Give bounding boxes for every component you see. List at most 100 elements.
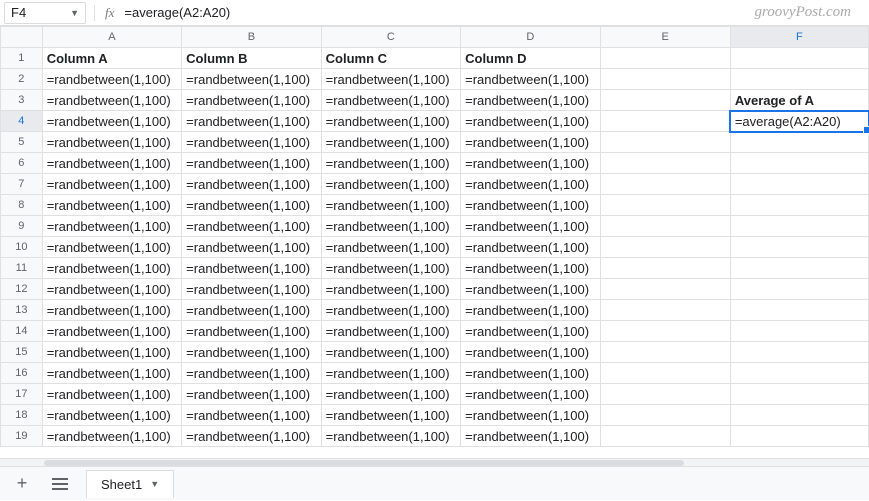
row-header[interactable]: 11 <box>1 258 43 279</box>
row-header[interactable]: 4 <box>1 111 43 132</box>
cell-c16[interactable]: =randbetween(1,100) <box>321 363 460 384</box>
formula-input[interactable] <box>124 5 865 20</box>
cell-a4[interactable]: =randbetween(1,100) <box>42 111 181 132</box>
cell-e2[interactable] <box>600 69 730 90</box>
cell-a19[interactable]: =randbetween(1,100) <box>42 426 181 447</box>
cell-c6[interactable]: =randbetween(1,100) <box>321 153 460 174</box>
cell-b14[interactable]: =randbetween(1,100) <box>182 321 321 342</box>
cell-a12[interactable]: =randbetween(1,100) <box>42 279 181 300</box>
cell-c9[interactable]: =randbetween(1,100) <box>321 216 460 237</box>
cell-f4[interactable]: =average(A2:A20) <box>730 111 868 132</box>
cell-b6[interactable]: =randbetween(1,100) <box>182 153 321 174</box>
row-header[interactable]: 8 <box>1 195 43 216</box>
cell-c19[interactable]: =randbetween(1,100) <box>321 426 460 447</box>
cell-d8[interactable]: =randbetween(1,100) <box>461 195 600 216</box>
row-header[interactable]: 13 <box>1 300 43 321</box>
cell-a14[interactable]: =randbetween(1,100) <box>42 321 181 342</box>
cell-a5[interactable]: =randbetween(1,100) <box>42 132 181 153</box>
row-header[interactable]: 7 <box>1 174 43 195</box>
cell-b9[interactable]: =randbetween(1,100) <box>182 216 321 237</box>
cell-a1[interactable]: Column A <box>42 48 181 69</box>
cell-e9[interactable] <box>600 216 730 237</box>
cell-f19[interactable] <box>730 426 868 447</box>
cell-f15[interactable] <box>730 342 868 363</box>
cell-b7[interactable]: =randbetween(1,100) <box>182 174 321 195</box>
cell-a16[interactable]: =randbetween(1,100) <box>42 363 181 384</box>
cell-c14[interactable]: =randbetween(1,100) <box>321 321 460 342</box>
cell-a3[interactable]: =randbetween(1,100) <box>42 90 181 111</box>
cell-b12[interactable]: =randbetween(1,100) <box>182 279 321 300</box>
cell-c4[interactable]: =randbetween(1,100) <box>321 111 460 132</box>
row-header[interactable]: 12 <box>1 279 43 300</box>
cell-f13[interactable] <box>730 300 868 321</box>
select-all-corner[interactable] <box>1 27 43 48</box>
cell-b11[interactable]: =randbetween(1,100) <box>182 258 321 279</box>
cell-f1[interactable] <box>730 48 868 69</box>
column-header-d[interactable]: D <box>461 27 600 48</box>
cell-c18[interactable]: =randbetween(1,100) <box>321 405 460 426</box>
cell-f12[interactable] <box>730 279 868 300</box>
formula-bar[interactable]: fx <box>94 5 865 21</box>
column-header-a[interactable]: A <box>42 27 181 48</box>
cell-d15[interactable]: =randbetween(1,100) <box>461 342 600 363</box>
cell-b19[interactable]: =randbetween(1,100) <box>182 426 321 447</box>
cell-c13[interactable]: =randbetween(1,100) <box>321 300 460 321</box>
cell-d4[interactable]: =randbetween(1,100) <box>461 111 600 132</box>
cell-f6[interactable] <box>730 153 868 174</box>
cell-d7[interactable]: =randbetween(1,100) <box>461 174 600 195</box>
row-header[interactable]: 5 <box>1 132 43 153</box>
all-sheets-button[interactable] <box>48 472 72 496</box>
cell-f2[interactable] <box>730 69 868 90</box>
cell-d3[interactable]: =randbetween(1,100) <box>461 90 600 111</box>
cell-e7[interactable] <box>600 174 730 195</box>
cell-e17[interactable] <box>600 384 730 405</box>
cell-e18[interactable] <box>600 405 730 426</box>
cell-d6[interactable]: =randbetween(1,100) <box>461 153 600 174</box>
cell-e13[interactable] <box>600 300 730 321</box>
row-header[interactable]: 15 <box>1 342 43 363</box>
cell-b8[interactable]: =randbetween(1,100) <box>182 195 321 216</box>
cell-a11[interactable]: =randbetween(1,100) <box>42 258 181 279</box>
cell-c8[interactable]: =randbetween(1,100) <box>321 195 460 216</box>
cell-e4[interactable] <box>600 111 730 132</box>
cell-d2[interactable]: =randbetween(1,100) <box>461 69 600 90</box>
cell-e8[interactable] <box>600 195 730 216</box>
sheet-tab[interactable]: Sheet1 ▼ <box>86 470 174 498</box>
cell-a8[interactable]: =randbetween(1,100) <box>42 195 181 216</box>
horizontal-scrollbar[interactable] <box>0 458 869 466</box>
cell-d16[interactable]: =randbetween(1,100) <box>461 363 600 384</box>
cell-a15[interactable]: =randbetween(1,100) <box>42 342 181 363</box>
cell-d14[interactable]: =randbetween(1,100) <box>461 321 600 342</box>
cell-a7[interactable]: =randbetween(1,100) <box>42 174 181 195</box>
cell-d18[interactable]: =randbetween(1,100) <box>461 405 600 426</box>
row-header[interactable]: 16 <box>1 363 43 384</box>
column-header-e[interactable]: E <box>600 27 730 48</box>
cell-f11[interactable] <box>730 258 868 279</box>
cell-f18[interactable] <box>730 405 868 426</box>
cell-e16[interactable] <box>600 363 730 384</box>
cell-e14[interactable] <box>600 321 730 342</box>
cell-e11[interactable] <box>600 258 730 279</box>
cell-d1[interactable]: Column D <box>461 48 600 69</box>
cell-a10[interactable]: =randbetween(1,100) <box>42 237 181 258</box>
cell-d17[interactable]: =randbetween(1,100) <box>461 384 600 405</box>
cell-d10[interactable]: =randbetween(1,100) <box>461 237 600 258</box>
cell-e6[interactable] <box>600 153 730 174</box>
cell-f8[interactable] <box>730 195 868 216</box>
cell-f5[interactable] <box>730 132 868 153</box>
scrollbar-thumb[interactable] <box>44 460 684 466</box>
cell-f7[interactable] <box>730 174 868 195</box>
cell-e10[interactable] <box>600 237 730 258</box>
cell-f17[interactable] <box>730 384 868 405</box>
name-box[interactable]: F4 ▼ <box>4 2 86 24</box>
cell-d9[interactable]: =randbetween(1,100) <box>461 216 600 237</box>
cell-e1[interactable] <box>600 48 730 69</box>
cell-c10[interactable]: =randbetween(1,100) <box>321 237 460 258</box>
row-header[interactable]: 19 <box>1 426 43 447</box>
cell-b4[interactable]: =randbetween(1,100) <box>182 111 321 132</box>
cell-b5[interactable]: =randbetween(1,100) <box>182 132 321 153</box>
cell-b10[interactable]: =randbetween(1,100) <box>182 237 321 258</box>
column-header-c[interactable]: C <box>321 27 460 48</box>
cell-b3[interactable]: =randbetween(1,100) <box>182 90 321 111</box>
row-header[interactable]: 9 <box>1 216 43 237</box>
